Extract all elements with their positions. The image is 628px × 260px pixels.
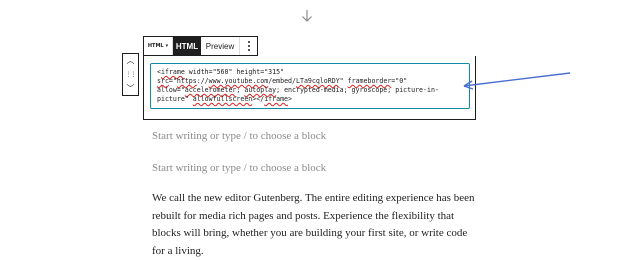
- code-token: =": [168, 77, 177, 85]
- code-token: ://: [196, 77, 209, 85]
- misspelled-token: src: [157, 77, 169, 85]
- block-type-label: HTML: [147, 43, 164, 49]
- drag-handle-icon[interactable]: ⋮⋮: [126, 72, 137, 78]
- chevron-up-icon[interactable]: ︿: [127, 56, 135, 65]
- empty-paragraph-placeholder[interactable]: Start writing or type / to choose a bloc…: [152, 162, 326, 174]
- misspelled-token: frameborder: [347, 77, 392, 85]
- arrow-down-icon: [302, 10, 312, 22]
- misspelled-token: https: [176, 77, 197, 85]
- tab-html[interactable]: HTML: [173, 37, 201, 55]
- block-type-switcher[interactable]: HTML ▾: [144, 37, 173, 55]
- annotation-arrow: [463, 72, 571, 90]
- misspelled-token: LTa9cqloRDY: [296, 77, 340, 85]
- misspelled-token: iframe: [160, 68, 185, 76]
- vertical-ellipsis-icon[interactable]: [240, 37, 257, 55]
- block-toolbar: HTML ▾ HTML Preview: [143, 36, 258, 56]
- tab-preview[interactable]: Preview: [201, 37, 240, 55]
- chevron-down-icon[interactable]: ﹀: [127, 84, 135, 93]
- misspelled-token: iframe: [264, 95, 289, 103]
- code-token: >: [288, 95, 293, 103]
- code-token: ></: [252, 95, 265, 103]
- html-code-textarea[interactable]: <iframe width="560" height="315" src="ht…: [150, 63, 470, 109]
- code-token: ="0": [391, 77, 408, 85]
- misspelled-token: www.youtube.com: [208, 77, 269, 85]
- empty-paragraph-placeholder[interactable]: Start writing or type / to choose a bloc…: [152, 130, 326, 142]
- code-token: allow=": [157, 86, 185, 94]
- paragraph-block[interactable]: We call the new editor Gutenberg. The en…: [152, 190, 482, 260]
- code-token: width="560" height="315": [188, 68, 285, 76]
- misspelled-token: autoplay: [244, 86, 277, 94]
- block-mover: ︿ ⋮⋮ ﹀: [122, 53, 139, 96]
- code-token: ": [339, 77, 348, 85]
- chevron-down-icon: ▾: [165, 43, 169, 49]
- misspelled-token: accelerometer: [184, 86, 237, 94]
- misspelled-token: allowfullscreen: [192, 95, 253, 103]
- code-token: /embed/: [268, 77, 296, 85]
